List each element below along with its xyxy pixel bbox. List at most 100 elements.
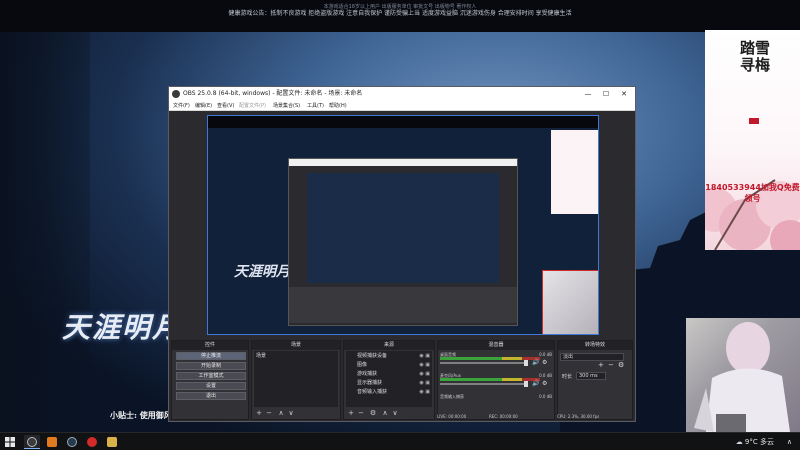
volume-slider[interactable] (440, 383, 528, 385)
volume-slider[interactable] (440, 362, 528, 364)
scenes-dock-title: 场景 (252, 341, 340, 350)
source-item-video-capture[interactable]: 视频捕获设备 ◉ ▣ (348, 352, 432, 360)
scenes-dock: 场景 场景 + − ∧ ∨ (251, 340, 341, 420)
gear-icon[interactable]: ⚙ (542, 380, 547, 387)
exit-button[interactable]: 退出 (176, 392, 246, 400)
menu-view[interactable]: 查看(V) (217, 102, 234, 109)
controls-dock: 控件 停止推流 开始录制 工作室模式 设置 退出 (171, 340, 249, 420)
menu-scene-collection[interactable]: 场景集合(S) (273, 102, 300, 109)
taskbar-app-fox[interactable] (44, 435, 60, 449)
fox-app-icon (47, 437, 57, 447)
visibility-lock-icons[interactable]: ◉ ▣ (419, 370, 430, 378)
webcam-person-image (694, 322, 790, 432)
promo-banner: 踏雪寻梅 1840533944加我Q免费领号 (705, 30, 800, 250)
mixer-channel-db: 0.0 dB (539, 373, 552, 378)
obs-preview[interactable]: 天涯明月 (207, 115, 599, 335)
source-item-audio-input[interactable]: 音频输入捕获 ◉ ▣ (348, 388, 432, 396)
menu-tools[interactable]: 工具(T) (307, 102, 324, 109)
rec-status: REC: 00:00:00 (489, 414, 518, 419)
game-health-notice: 健康游戏公告：抵制不良游戏 拒绝盗版游戏 注意自我保护 谨防受骗上当 适度游戏益… (228, 10, 572, 17)
nested-obs-preview (307, 173, 499, 283)
transitions-dock: 转场特效 淡出 + − ⚙ 时长 300 ms (557, 340, 633, 420)
menu-file[interactable]: 文件(F) (173, 102, 190, 109)
cloud-icon: ☁ (735, 438, 743, 446)
transition-select[interactable]: 淡出 (560, 353, 624, 361)
visibility-lock-icons[interactable]: ◉ ▣ (419, 379, 430, 387)
volume-slider-handle[interactable] (524, 360, 528, 366)
taskbar: ☁ 9°C 多云 ∧ (0, 432, 800, 450)
mixer-channel-db: 0.0 dB (539, 394, 552, 399)
taskbar-app-obs[interactable] (24, 435, 40, 449)
mixer-channel-desktop: 桌面音频 0.0 dB 🔊 ⚙ (440, 352, 552, 370)
controls-dock-title: 控件 (172, 341, 248, 350)
chevron-up-icon[interactable]: ∧ (787, 433, 792, 450)
windows-start-icon[interactable] (5, 437, 15, 447)
mixer-channel-db: 0.0 dB (539, 352, 552, 357)
source-label: 视频捕获设备 (357, 353, 388, 359)
netease-music-icon (87, 437, 97, 447)
transitions-dock-title: 转场特效 (558, 341, 632, 350)
close-button[interactable]: ✕ (615, 87, 633, 101)
gear-icon[interactable]: ⚙ (542, 359, 547, 366)
game-top-bar: 本游戏适合18岁以上用户 出版服务单位 审批文号 出版物号 著作权人 健康游戏公… (0, 0, 800, 32)
mixer-channel-mic: 麦克风/Aux 0.0 dB 🔊 ⚙ (440, 373, 552, 391)
visibility-lock-icons[interactable]: ◉ ▣ (419, 352, 430, 360)
obs-window-title: OBS 25.0.8 (64-bit, windows) - 配置文件: 未命名… (183, 90, 363, 97)
add-transition-button[interactable]: + (598, 361, 604, 369)
visibility-lock-icons[interactable]: ◉ ▣ (419, 388, 430, 396)
studio-mode-button[interactable]: 工作室模式 (176, 372, 246, 380)
preview-nested-obs (288, 158, 518, 326)
source-label: 音频输入捕获 (357, 389, 388, 395)
taskbar-app-steam[interactable] (64, 435, 80, 449)
scenes-list[interactable]: 场景 (254, 351, 338, 407)
nested-obs-titlebar (289, 159, 517, 166)
preview-game-topbar (208, 116, 598, 128)
stop-streaming-button[interactable]: 停止推流 (176, 352, 246, 360)
sources-list[interactable]: 视频捕获设备 ◉ ▣ 图像 ◉ ▣ 游戏捕获 ◉ ▣ 显示器捕获 ◉ ▣ 音频输… (346, 351, 432, 407)
start-recording-button[interactable]: 开始录制 (176, 362, 246, 370)
obs-titlebar[interactable]: OBS 25.0.8 (64-bit, windows) - 配置文件: 未命名… (169, 87, 635, 101)
menu-help[interactable]: 帮助(H) (329, 102, 347, 109)
game-app-icon (107, 437, 117, 447)
mixer-channel-audio-input: 音频输入捕获 0.0 dB (440, 394, 552, 412)
visibility-lock-icons[interactable]: ◉ ▣ (419, 361, 430, 369)
duration-label: 时长 (562, 374, 573, 380)
obs-window[interactable]: OBS 25.0.8 (64-bit, windows) - 配置文件: 未命名… (168, 86, 636, 422)
speaker-icon[interactable]: 🔊 (532, 380, 539, 387)
preview-webcam-source[interactable] (542, 270, 599, 335)
minimize-button[interactable]: — (579, 87, 597, 101)
duration-field[interactable]: 300 ms (576, 372, 606, 380)
menu-edit[interactable]: 编辑(E) (195, 102, 212, 109)
maximize-button[interactable]: ☐ (597, 87, 615, 101)
speaker-icon[interactable]: 🔊 (532, 359, 539, 366)
taskbar-app-game[interactable] (104, 435, 120, 449)
obs-logo-icon (172, 90, 180, 98)
source-item-display-capture[interactable]: 显示器捕获 ◉ ▣ (348, 379, 432, 387)
preview-game-logo: 天涯明月 (234, 264, 290, 280)
sources-dock: 来源 视频捕获设备 ◉ ▣ 图像 ◉ ▣ 游戏捕获 ◉ ▣ 显示器捕获 ◉ ▣ … (343, 340, 435, 420)
obs-menubar: 文件(F) 编辑(E) 查看(V) 配置文件(P) 场景集合(S) 工具(T) … (169, 101, 635, 111)
game-left-shadow (0, 32, 90, 432)
promo-contact-text: 1840533944加我Q免费领号 (705, 183, 800, 203)
scene-item[interactable]: 场景 (256, 352, 266, 360)
obs-icon (27, 437, 37, 447)
remove-transition-button[interactable]: − (608, 361, 614, 369)
sources-dock-title: 来源 (344, 341, 434, 350)
weather-widget[interactable]: ☁ 9°C 多云 (736, 433, 774, 450)
volume-slider-handle[interactable] (524, 381, 528, 387)
mixer-dock-title: 混音器 (438, 341, 554, 350)
live-status: LIVE: 00:00:00 (437, 414, 467, 419)
nested-obs-panels (289, 287, 517, 323)
mixer-channel-name: 音频输入捕获 (440, 394, 464, 399)
menu-profile[interactable]: 配置文件(P) (239, 102, 266, 109)
game-logo: 天涯明月 (62, 311, 183, 344)
weather-text: 9°C 多云 (744, 438, 774, 446)
transition-gear-icon[interactable]: ⚙ (618, 361, 624, 369)
preview-webcam-stripes (598, 271, 599, 335)
taskbar-app-netease-music[interactable] (84, 435, 100, 449)
promo-title: 踏雪寻梅 (739, 39, 770, 74)
source-item-image[interactable]: 图像 ◉ ▣ (348, 361, 432, 369)
source-item-game-capture[interactable]: 游戏捕获 ◉ ▣ (348, 370, 432, 378)
settings-button[interactable]: 设置 (176, 382, 246, 390)
source-label: 图像 (357, 362, 368, 368)
